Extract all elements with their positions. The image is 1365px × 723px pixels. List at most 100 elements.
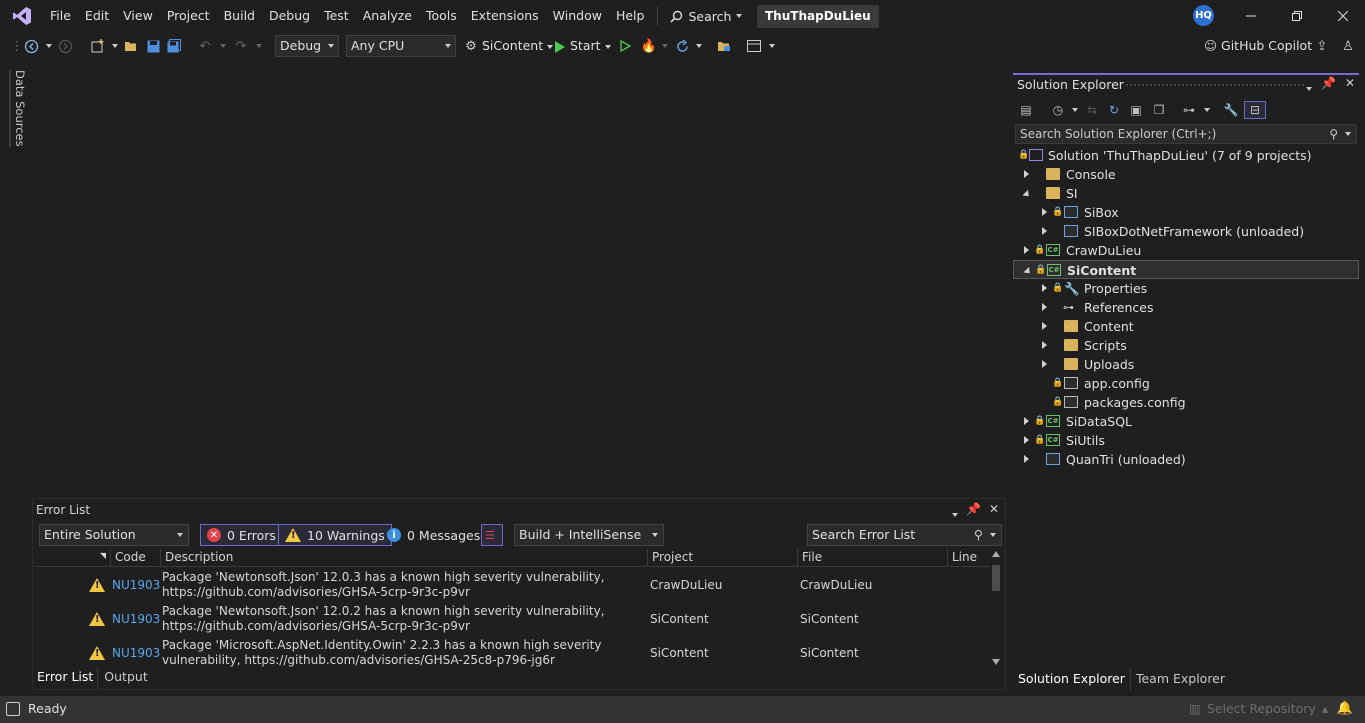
tab-output[interactable]: Output <box>97 667 151 689</box>
navigate-back-icon[interactable] <box>22 37 40 55</box>
chevron-down-icon[interactable] <box>951 507 958 521</box>
start-without-debugging-icon[interactable] <box>616 37 634 55</box>
layout-icon[interactable] <box>745 37 763 55</box>
chevron-down-icon[interactable] <box>250 37 268 55</box>
sync-with-document-icon[interactable]: ⇆ <box>1083 101 1101 119</box>
startup-project-selector[interactable]: SiContent <box>482 36 554 56</box>
pending-changes-icon[interactable]: ◷ <box>1049 101 1067 119</box>
solution-search-input[interactable]: Search Solution Explorer (Ctrl+;) ⚲ <box>1015 124 1357 144</box>
errors-filter-button[interactable]: ✕ 0 Errors <box>200 524 283 546</box>
menu-extensions[interactable]: Extensions <box>464 0 546 32</box>
minimize-button[interactable] <box>1228 0 1274 32</box>
feedback-icon[interactable]: ♙ <box>1339 37 1357 55</box>
tree-item-packages-config[interactable]: 🔒 packages.config <box>1013 393 1359 412</box>
avatar[interactable]: HQ <box>1193 5 1214 26</box>
undo-icon[interactable]: ↶ <box>196 37 214 55</box>
menu-test[interactable]: Test <box>317 0 356 32</box>
tree-item-sidatasql[interactable]: 🔒 C# SiDataSQL <box>1013 412 1359 431</box>
tree-item-quantri[interactable]: QuanTri (unloaded) <box>1013 450 1359 469</box>
chevron-down-icon[interactable] <box>690 37 708 55</box>
refresh-icon[interactable] <box>673 37 691 55</box>
new-project-icon[interactable] <box>88 37 106 55</box>
chevron-down-icon[interactable] <box>1198 101 1216 119</box>
tree-item-solution[interactable]: 🔒 Solution 'ThuThapDuLieu' (7 of 9 proje… <box>1013 146 1359 165</box>
tree-item-sicontent[interactable]: 🔒 C# SiContent <box>1013 260 1359 279</box>
solution-platform-dropdown[interactable]: Any CPU <box>346 35 456 57</box>
messages-filter-button[interactable]: i 0 Messages <box>383 524 484 546</box>
tab-solution-explorer[interactable]: Solution Explorer <box>1013 668 1130 690</box>
expand-arrow-icon[interactable] <box>1042 322 1047 330</box>
tree-item-content[interactable]: Content <box>1013 317 1359 336</box>
open-folder-icon[interactable] <box>122 37 140 55</box>
error-code-link[interactable]: NU1903 <box>112 578 160 592</box>
tree-item-properties[interactable]: 🔒 🔧 Properties <box>1013 279 1359 298</box>
menu-project[interactable]: Project <box>160 0 217 32</box>
warnings-filter-button[interactable]: 10 Warnings <box>278 524 392 546</box>
expand-arrow-icon[interactable] <box>1024 170 1029 178</box>
github-copilot-button[interactable]: ☺ GitHub Copilot <box>1204 36 1312 56</box>
refresh-icon[interactable]: ↻ <box>1105 101 1123 119</box>
pin-icon[interactable]: 📌 <box>1321 76 1336 95</box>
notifications-bell-icon[interactable]: 🔔 <box>1337 701 1353 716</box>
tree-item-sibox[interactable]: 🔒 SiBox <box>1013 203 1359 222</box>
expand-arrow-icon[interactable] <box>1042 341 1047 349</box>
tree-item-references[interactable]: ⊶ References <box>1013 298 1359 317</box>
menu-build[interactable]: Build <box>217 0 262 32</box>
expand-arrow-icon[interactable] <box>1042 227 1047 235</box>
menu-window[interactable]: Window <box>546 0 609 32</box>
error-search-input[interactable]: Search Error List ⚲ <box>807 524 1002 546</box>
redo-icon[interactable]: ↷ <box>232 37 250 55</box>
table-row[interactable]: NU1903 Package 'Microsoft.AspNet.Identit… <box>35 636 990 670</box>
share-icon[interactable]: ⇪ <box>1313 37 1331 55</box>
data-sources-tab[interactable]: Data Sources <box>9 70 27 147</box>
error-list-scrollbar[interactable] <box>990 549 1002 667</box>
status-output-icon[interactable] <box>6 702 20 716</box>
tab-team-explorer[interactable]: Team Explorer <box>1129 668 1230 690</box>
error-scope-dropdown[interactable]: Entire Solution <box>39 524 189 546</box>
expand-arrow-icon[interactable] <box>1024 246 1029 254</box>
panel-grip[interactable] <box>1125 83 1305 87</box>
scroll-up-icon[interactable] <box>992 551 1000 557</box>
scrollbar-thumb[interactable] <box>992 565 1000 591</box>
collapse-arrow-icon[interactable] <box>1023 266 1033 277</box>
menu-analyze[interactable]: Analyze <box>356 0 419 32</box>
show-all-files-icon[interactable]: ❐ <box>1150 101 1168 119</box>
navigate-forward-icon[interactable] <box>56 37 74 55</box>
collapse-arrow-icon[interactable] <box>1022 189 1032 200</box>
column-icon-header[interactable]: ◥ <box>35 549 110 566</box>
expand-arrow-icon[interactable] <box>1042 208 1047 216</box>
error-source-dropdown[interactable]: Build + IntelliSense <box>514 524 664 546</box>
close-icon[interactable]: ✕ <box>1345 76 1355 95</box>
tab-error-list[interactable]: Error List <box>33 667 98 689</box>
restore-button[interactable] <box>1274 0 1320 32</box>
save-icon[interactable] <box>144 37 162 55</box>
collapse-all-icon[interactable]: ▣ <box>1127 101 1145 119</box>
expand-arrow-icon[interactable] <box>1024 417 1029 425</box>
pin-icon[interactable]: 📌 <box>966 502 981 521</box>
column-code-header[interactable]: Code <box>110 549 160 566</box>
tree-item-siutils[interactable]: 🔒 C# SiUtils <box>1013 431 1359 450</box>
chevron-down-icon[interactable] <box>214 37 232 55</box>
expand-arrow-icon[interactable] <box>1024 436 1029 444</box>
menu-edit[interactable]: Edit <box>78 0 116 32</box>
search-button[interactable]: Search <box>664 9 748 24</box>
table-row[interactable]: NU1903 Package 'Newtonsoft.Json' 12.0.2 … <box>35 602 990 636</box>
menu-view[interactable]: View <box>116 0 160 32</box>
filter-button[interactable]: ☰ <box>481 524 503 546</box>
table-row[interactable]: NU1903 Package 'Newtonsoft.Json' 12.0.3 … <box>35 568 990 602</box>
tree-item-crawdulieu[interactable]: 🔒 C# CrawDuLieu <box>1013 241 1359 260</box>
chevron-down-icon[interactable] <box>656 37 674 55</box>
preview-selected-items-icon[interactable]: ⊟ <box>1244 101 1266 119</box>
column-line-header[interactable]: Line <box>947 549 990 566</box>
toolbar-options-icon[interactable] <box>763 37 781 55</box>
tree-item-si[interactable]: SI <box>1013 184 1359 203</box>
properties-wrench-icon[interactable]: 🔧 <box>1222 101 1240 119</box>
open-in-file-explorer-icon[interactable] <box>715 37 733 55</box>
menu-tools[interactable]: Tools <box>419 0 464 32</box>
tree-item-uploads[interactable]: Uploads <box>1013 355 1359 374</box>
switch-views-icon[interactable]: ▤ <box>1017 101 1035 119</box>
expand-arrow-icon[interactable] <box>1042 303 1047 311</box>
close-icon[interactable]: ✕ <box>989 502 999 521</box>
chevron-down-icon[interactable] <box>1345 124 1351 142</box>
menu-debug[interactable]: Debug <box>262 0 317 32</box>
